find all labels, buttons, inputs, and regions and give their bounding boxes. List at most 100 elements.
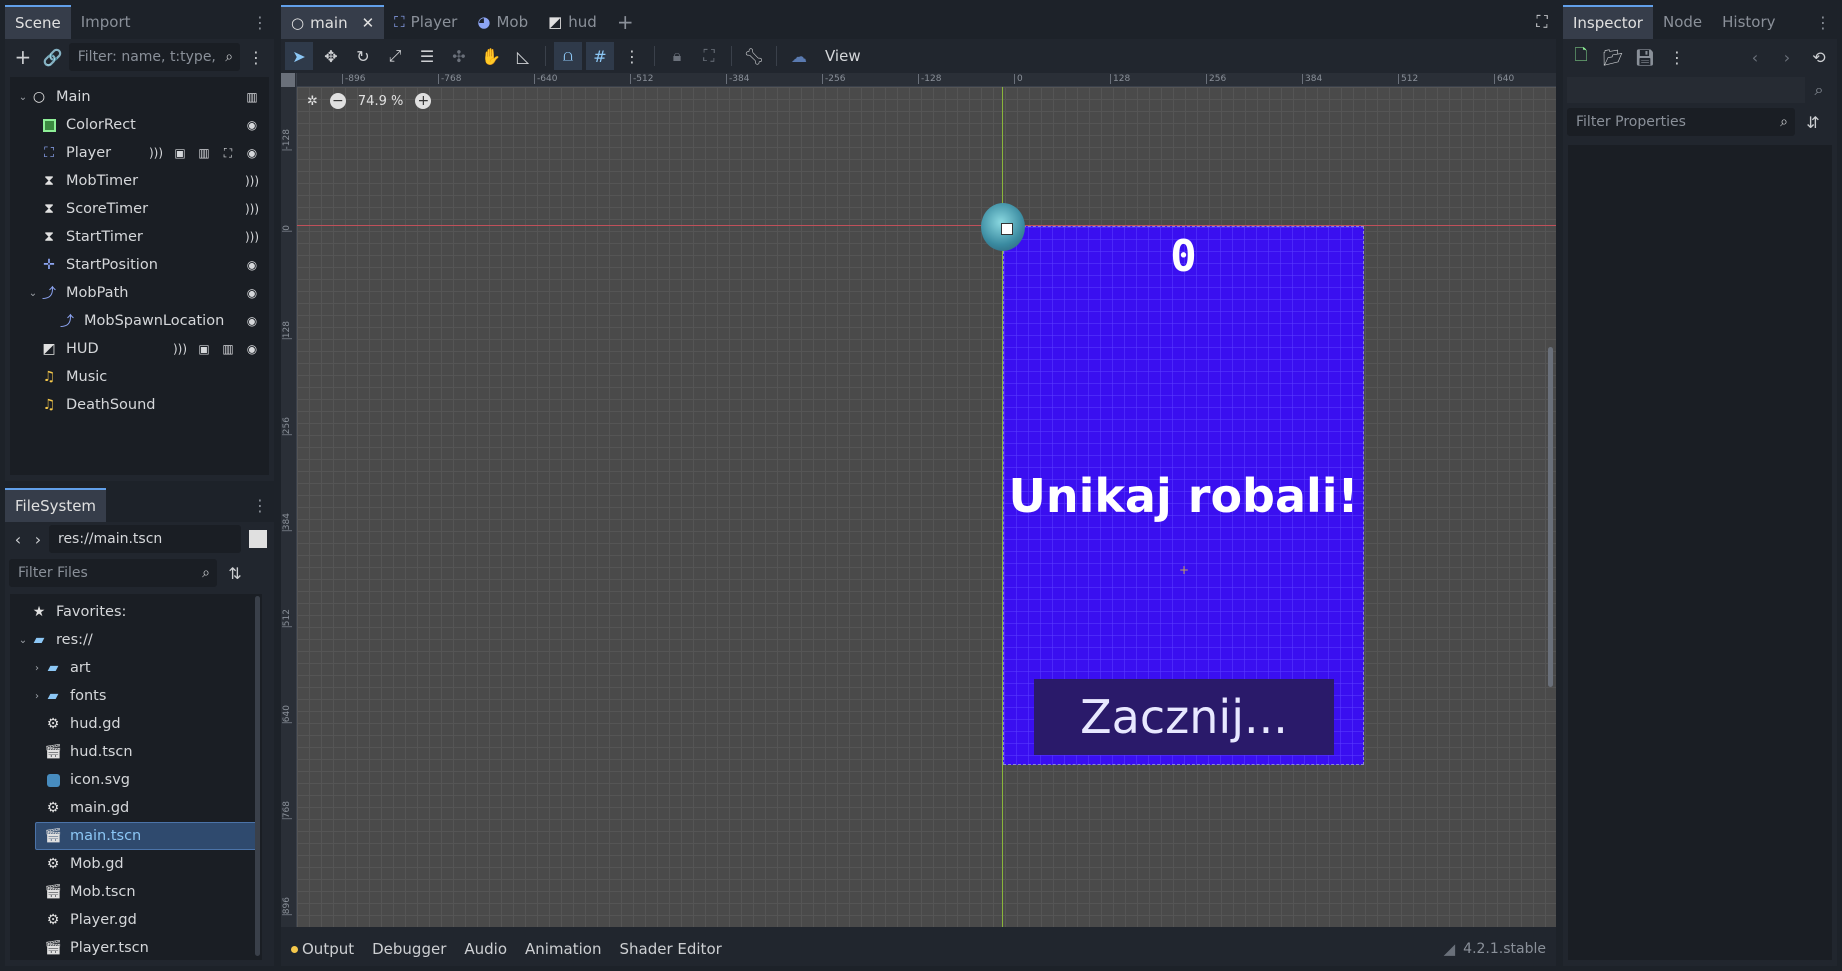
tree-item-scoretimer[interactable]: ⧗ ScoreTimer ))) [10, 195, 269, 223]
tree-item-music[interactable]: ♫ Music [10, 363, 269, 391]
file-row[interactable]: ⚙ hud.gd [10, 710, 262, 738]
split-mode-icon[interactable] [249, 530, 267, 548]
object-search-icon[interactable]: ⌕ [1805, 76, 1833, 104]
visibility-eye-icon[interactable]: ◉ [243, 312, 261, 330]
distraction-free-icon[interactable]: ⛶ [1528, 8, 1556, 36]
favorites-row[interactable]: ★ Favorites: [10, 598, 262, 626]
chevron-right-icon[interactable]: › [30, 691, 44, 702]
zoom-out-icon[interactable]: − [329, 93, 346, 109]
tree-item-main[interactable]: ⌄ ○ Main ▥ [10, 83, 269, 111]
start-button[interactable]: Zacznij... [1034, 679, 1334, 755]
chevron-down-icon[interactable]: ⌄ [16, 635, 30, 646]
file-row[interactable]: icon.svg [10, 766, 262, 794]
filter-settings-icon[interactable]: ⇵ [1799, 108, 1827, 136]
forward-chevron-icon[interactable]: › [29, 525, 47, 553]
scene-instance-icon[interactable]: ▣ [171, 144, 189, 162]
file-filter-input[interactable]: Filter Files ⌕ [9, 559, 217, 587]
score-label[interactable]: 0 [1004, 231, 1363, 282]
zoom-level[interactable]: 74.9 % [358, 94, 403, 109]
folder-art-row[interactable]: › ▰ art [10, 654, 262, 682]
audio-button[interactable]: Audio [464, 940, 507, 958]
inspector-menu-icon[interactable]: ⋮ [1663, 43, 1691, 71]
snap-options-icon[interactable]: ⋮ [618, 42, 646, 70]
scene-tab-player[interactable]: ⛶ Player [384, 5, 467, 39]
game-canvas[interactable]: 0 Unikaj robali! + Zacznij... [1003, 226, 1364, 765]
rotate-tool-icon[interactable]: ↻ [349, 42, 377, 70]
visibility-eye-icon[interactable]: ◉ [243, 144, 261, 162]
script-icon[interactable]: ▥ [195, 144, 213, 162]
canvas-viewport[interactable]: ✲ − 74.9 % + 0 Unikaj robali! + Zacznij.… [297, 87, 1556, 927]
group-icon[interactable]: ⛶ [219, 144, 237, 162]
tab-node[interactable]: Node [1653, 5, 1712, 39]
tree-item-mobpath[interactable]: ⌄ ⤴ MobPath ◉ [10, 279, 269, 307]
lock-icon[interactable]: 🔒︎ [663, 42, 691, 70]
file-row[interactable]: ⚙ main.gd [10, 794, 262, 822]
path-input[interactable]: res://main.tscn [49, 525, 241, 553]
close-icon[interactable]: ✕ [362, 14, 375, 32]
tree-item-starttimer[interactable]: ⧗ StartTimer ))) [10, 223, 269, 251]
open-folder-icon[interactable]: 📂︎ [1599, 43, 1627, 71]
center-view-icon[interactable]: ✲ [307, 94, 318, 109]
script-icon[interactable]: ▥ [219, 340, 237, 358]
scene-filter-input[interactable]: Filter: name, t:type, ⌕ [68, 43, 241, 71]
signal-icon[interactable]: ))) [243, 228, 261, 246]
file-tree-scrollbar[interactable] [255, 596, 260, 956]
tree-item-colorrect[interactable]: ColorRect ◉ [10, 111, 269, 139]
property-filter-input[interactable]: Filter Properties ⌕ [1567, 108, 1795, 136]
grid-snap-icon[interactable]: # [586, 42, 614, 70]
tab-inspector[interactable]: Inspector [1563, 5, 1653, 39]
save-icon[interactable]: 💾︎ [1631, 43, 1659, 71]
back-chevron-icon[interactable]: ‹ [1741, 43, 1769, 71]
file-row[interactable]: 🎬︎ Player.tscn [10, 934, 262, 962]
dock-menu-icon[interactable]: ⋮ [246, 491, 274, 519]
chevron-down-icon[interactable]: ⌄ [16, 92, 30, 103]
select-tool-icon[interactable]: ➤ [285, 42, 313, 70]
history-icon[interactable]: ⟲ [1805, 43, 1833, 71]
tab-import[interactable]: Import [71, 5, 141, 39]
dock-menu-icon[interactable]: ⋮ [246, 8, 274, 36]
visibility-eye-icon[interactable]: ◉ [243, 340, 261, 358]
pan-tool-icon[interactable]: ✋ [477, 42, 505, 70]
link-icon[interactable]: 🔗 [39, 43, 67, 71]
message-label[interactable]: Unikaj robali! [1004, 469, 1363, 523]
scene-tab-hud[interactable]: ◩ hud [538, 5, 607, 39]
pivot-icon[interactable]: ✣ [445, 42, 473, 70]
tree-item-mobtimer[interactable]: ⧗ MobTimer ))) [10, 167, 269, 195]
smart-snap-icon[interactable]: ⩍ [554, 42, 582, 70]
tree-item-hud[interactable]: ◩ HUD ))) ▣ ▥ ◉ [10, 335, 269, 363]
tree-item-mobspawnlocation[interactable]: ⤴ MobSpawnLocation ◉ [10, 307, 269, 335]
tab-history[interactable]: History [1712, 5, 1785, 39]
folder-res-row[interactable]: ⌄ ▰ res:// [10, 626, 262, 654]
zoom-in-icon[interactable]: + [415, 93, 432, 109]
tree-item-startposition[interactable]: ✛ StartPosition ◉ [10, 251, 269, 279]
viewport-vscrollbar[interactable] [1548, 347, 1553, 687]
tree-item-player[interactable]: ⛶ Player ))) ▣ ▥ ⛶ ◉ [10, 139, 269, 167]
shader-editor-button[interactable]: Shader Editor [619, 940, 721, 958]
tab-filesystem[interactable]: FileSystem [5, 488, 107, 522]
list-select-icon[interactable]: ☰ [413, 42, 441, 70]
script-icon[interactable]: ▥ [243, 88, 261, 106]
sort-icon[interactable]: ⇅ [221, 559, 249, 587]
ruler-tool-icon[interactable]: ◺ [509, 42, 537, 70]
tree-item-deathsound[interactable]: ♫ DeathSound [10, 391, 269, 419]
visibility-eye-icon[interactable]: ◉ [243, 284, 261, 302]
animation-button[interactable]: Animation [525, 940, 601, 958]
file-row[interactable]: 🎬︎ Mob.tscn [10, 878, 262, 906]
scene-menu-icon[interactable]: ⋮ [242, 43, 270, 71]
signal-icon[interactable]: ))) [243, 200, 261, 218]
add-node-icon[interactable]: + [9, 43, 37, 71]
file-row[interactable]: 🎬︎ hud.tscn [10, 738, 262, 766]
group-icon[interactable]: ⛶ [695, 42, 723, 70]
debugger-button[interactable]: Debugger [372, 940, 446, 958]
scene-tab-mob[interactable]: ◕ Mob [467, 5, 538, 39]
dock-menu-icon[interactable]: ⋮ [1809, 8, 1837, 36]
chevron-right-icon[interactable]: › [30, 663, 44, 674]
file-row[interactable]: ⚙ Player.gd [10, 906, 262, 934]
scene-tab-main[interactable]: ○ main ✕ [281, 5, 385, 39]
scale-tool-icon[interactable]: ⤢ [381, 42, 409, 70]
object-selector[interactable] [1567, 77, 1805, 103]
chevron-down-icon[interactable]: ⌄ [26, 288, 40, 299]
player-sprite-icon[interactable] [981, 203, 1025, 251]
output-button[interactable]: Output [302, 940, 354, 958]
signal-icon[interactable]: ))) [171, 340, 189, 358]
